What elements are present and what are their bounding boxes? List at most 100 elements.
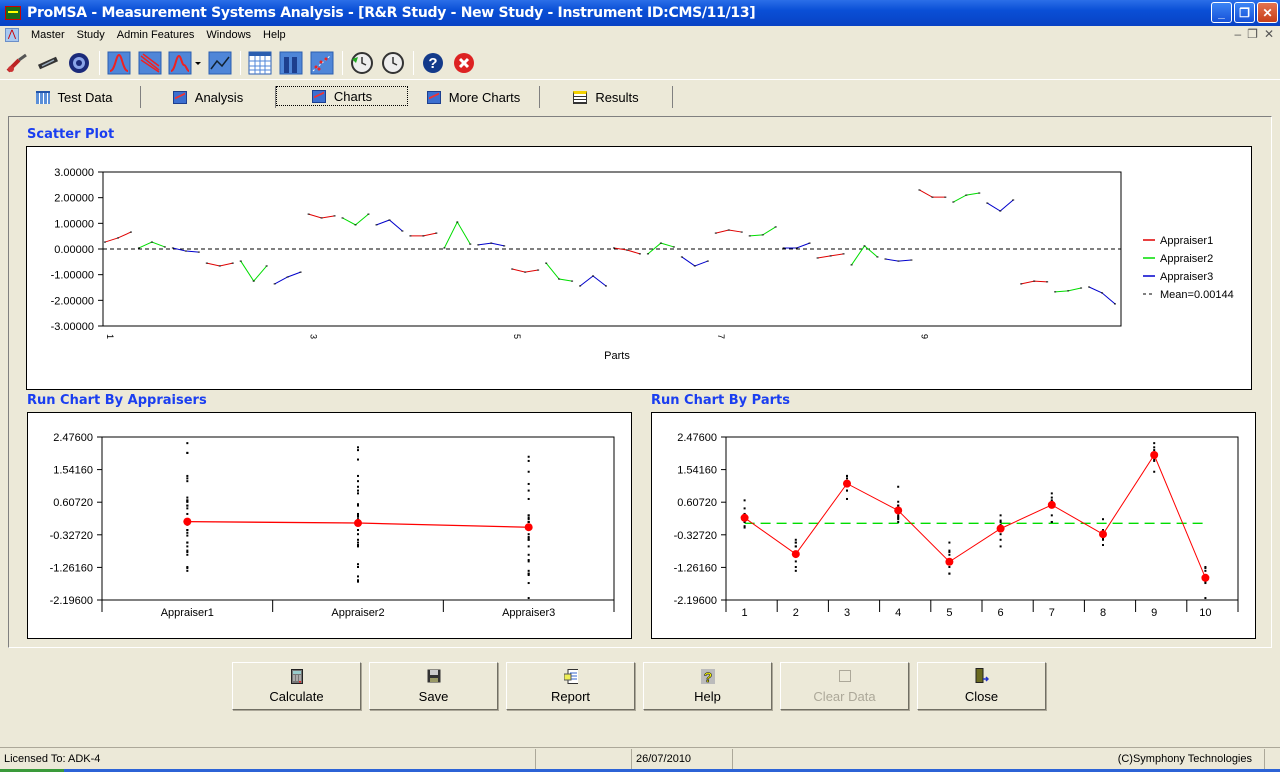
report-label: Report [550, 688, 591, 704]
trial-point [527, 545, 530, 548]
series-segment-appraiser2 [953, 192, 980, 203]
help-icon: ? [700, 668, 715, 684]
minimize-button[interactable]: _ [1211, 2, 1232, 23]
data-point [1088, 286, 1091, 288]
data-point [273, 283, 276, 285]
save-button[interactable]: Save [369, 662, 498, 710]
y-tick-label: 2.00000 [54, 193, 94, 205]
line-chart-button[interactable] [207, 50, 233, 76]
history-back-button[interactable] [349, 50, 375, 76]
x-tick-label: 3 [309, 334, 319, 339]
normal-distribution-icon [107, 51, 131, 74]
part-mean-point [996, 524, 1005, 533]
data-point [150, 241, 153, 243]
data-point [422, 235, 425, 237]
menu-study[interactable]: Study [71, 29, 111, 41]
run-chart-parts-title: Run Chart By Parts [651, 393, 790, 408]
menu-master[interactable]: Master [25, 29, 71, 41]
tab-analysis[interactable]: Analysis [141, 86, 276, 108]
data-point [1101, 292, 1104, 294]
distribution-dropdown-button[interactable] [168, 50, 202, 76]
mdi-minimize-icon[interactable]: – [1234, 27, 1241, 41]
series-segment-appraiser2 [443, 221, 471, 249]
regression-button[interactable] [137, 50, 163, 76]
data-point [952, 201, 955, 203]
app-icon[interactable] [5, 6, 21, 20]
trial-point [1050, 520, 1053, 523]
normal-distribution-button[interactable] [106, 50, 132, 76]
data-point [680, 256, 683, 258]
trial-point [186, 442, 189, 445]
trial-point [1050, 492, 1053, 495]
trial-point [794, 569, 797, 572]
help-button[interactable]: ? [420, 50, 446, 76]
trial-point [1204, 567, 1207, 570]
part-mean-point [894, 506, 903, 515]
trial-point [527, 497, 530, 500]
report-button[interactable]: Report [506, 662, 635, 710]
run-chart-parts-chart: 2.47600 1.54160 0.60720 -0.32720 -1.26160 -2.… [674, 432, 1239, 619]
series-segment-appraiser1 [919, 189, 946, 198]
trial-point [527, 559, 530, 562]
trial-point [1050, 514, 1053, 517]
x-tick-label: 1 [105, 334, 115, 339]
micrometer-button[interactable] [4, 50, 30, 76]
clear-data-button[interactable]: Clear Data [780, 662, 909, 710]
tab-more-charts[interactable]: More Charts [408, 86, 540, 108]
mdi-restore-icon[interactable]: ❐ [1247, 27, 1258, 41]
exit-door-icon [975, 668, 989, 684]
close-button-bottom[interactable]: Close [917, 662, 1046, 710]
caliper-button[interactable] [35, 50, 61, 76]
trial-point [357, 533, 359, 536]
data-point [740, 231, 743, 233]
trial-point [527, 553, 530, 556]
clear-data-label: Clear Data [813, 688, 876, 704]
y-tick-label: -2.19600 [674, 595, 717, 607]
data-point [333, 215, 336, 217]
scatter-chart-button[interactable] [309, 50, 335, 76]
restore-button[interactable]: ❐ [1234, 2, 1255, 23]
data-point [354, 224, 357, 226]
gauge-ring-button[interactable] [66, 50, 92, 76]
data-point [986, 202, 989, 204]
trial-point [186, 451, 189, 454]
data-point [104, 241, 106, 243]
tab-charts[interactable]: Charts [276, 86, 408, 106]
help-button-bottom[interactable]: ? Help [643, 662, 772, 710]
menu-windows[interactable]: Windows [200, 29, 257, 41]
data-point [931, 196, 934, 198]
trial-point [897, 485, 900, 488]
data-grid-button[interactable] [247, 50, 273, 76]
calculate-button[interactable]: Calculate [232, 662, 361, 710]
clock-button[interactable] [380, 50, 406, 76]
trial-point [357, 529, 359, 532]
calculator-icon [290, 668, 304, 684]
data-point [625, 249, 628, 251]
tab-results[interactable]: Results [540, 86, 673, 108]
trial-point [186, 553, 189, 556]
data-point [367, 213, 370, 215]
document-system-menu-icon[interactable]: ⋀ [5, 28, 19, 42]
run-chart-appraisers-chart: 2.47600 1.54160 0.60720 -0.32720 -1.26160 -2.… [50, 432, 615, 619]
close-button[interactable]: ✕ [1257, 2, 1278, 23]
exit-button[interactable] [451, 50, 477, 76]
mdi-close-icon[interactable]: ✕ [1264, 27, 1274, 41]
trial-point [999, 519, 1002, 522]
tab-test-data[interactable]: Test Data [8, 86, 141, 108]
trial-point [1204, 569, 1207, 572]
tab-label: Analysis [194, 89, 244, 105]
menu-admin-features[interactable]: Admin Features [111, 29, 201, 41]
trial-point [1153, 449, 1156, 452]
menu-help[interactable]: Help [257, 29, 292, 41]
data-point [605, 285, 607, 287]
toolbar-separator [240, 50, 241, 75]
help-icon: ? [423, 52, 443, 73]
trial-point [1153, 446, 1156, 449]
trial-point [897, 514, 900, 517]
report-icon [563, 668, 578, 684]
trial-point [1102, 544, 1104, 547]
help-label: Help [694, 688, 721, 704]
bar-chart-button[interactable] [278, 50, 304, 76]
data-point [727, 229, 730, 231]
trial-point [186, 507, 189, 510]
